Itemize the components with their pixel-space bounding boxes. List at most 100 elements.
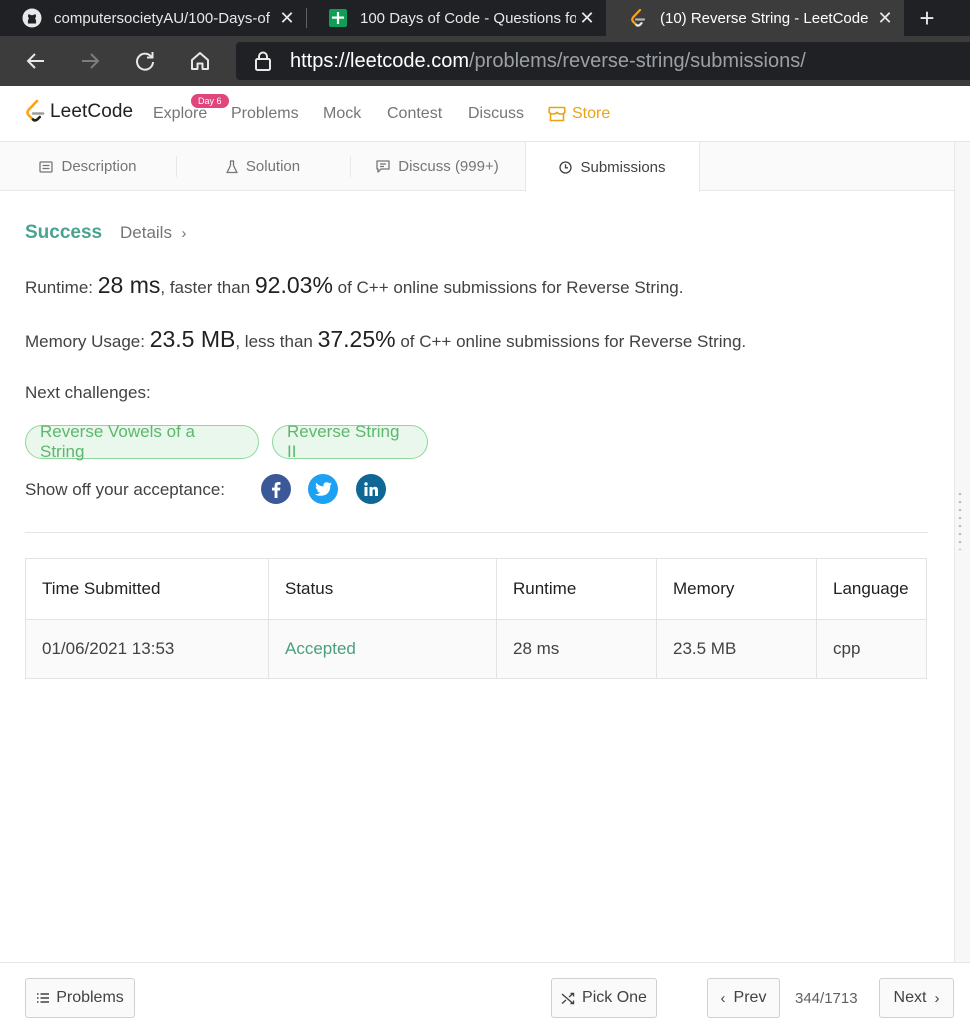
- github-icon: [22, 8, 42, 28]
- google-sheets-icon: [329, 9, 347, 27]
- column-header-time[interactable]: Time Submitted: [25, 558, 269, 620]
- next-challenges-label: Next challenges:: [25, 383, 151, 402]
- home-icon: [191, 52, 209, 70]
- column-header-runtime[interactable]: Runtime: [496, 558, 657, 620]
- section-divider: [25, 532, 928, 533]
- tab-solution[interactable]: Solution: [176, 142, 350, 191]
- pick-one-label: Pick One: [582, 989, 647, 1006]
- clock-icon: [559, 160, 573, 174]
- memory-mid: , less than: [235, 332, 318, 351]
- leetcode-navbar: LeetCode Explore Problems Mock Contest D…: [0, 86, 970, 142]
- reload-button[interactable]: [129, 45, 161, 77]
- linkedin-share-button[interactable]: [356, 474, 386, 504]
- memory-percentile: 37.25%: [317, 326, 396, 352]
- runtime-value: 28 ms: [97, 272, 161, 298]
- nav-mock[interactable]: Mock: [323, 105, 361, 123]
- forward-button[interactable]: [74, 45, 106, 77]
- challenge-reverse-vowels[interactable]: Reverse Vowels of a String: [25, 422, 259, 461]
- browser-tab-strip: computersocietyAU/100-Days-of ✕ 100 Days…: [0, 0, 970, 36]
- problems-button-label: Problems: [56, 989, 124, 1006]
- back-button[interactable]: [20, 45, 52, 77]
- column-header-status[interactable]: Status: [268, 558, 497, 620]
- twitter-share-button[interactable]: [308, 474, 338, 504]
- tab-submissions[interactable]: Submissions: [525, 142, 700, 192]
- url-host: leetcode.com: [350, 50, 469, 72]
- linkedin-icon: [364, 482, 378, 496]
- tab-description[interactable]: Description: [0, 142, 176, 191]
- resize-handle[interactable]: [958, 490, 962, 550]
- explore-day-badge: Day 6: [191, 94, 229, 108]
- problems-list-button[interactable]: Problems: [25, 978, 135, 1018]
- twitter-icon: [314, 482, 332, 496]
- leetcode-logo-icon: [26, 99, 45, 122]
- footer-bar: Problems Pick One ‹ Prev 344/1713 Next ›: [0, 962, 970, 1026]
- description-icon: [39, 160, 54, 173]
- editor-panel-edge: [954, 142, 970, 962]
- tab-title: computersocietyAU/100-Days-of: [54, 9, 270, 27]
- browser-tab-sheets[interactable]: 100 Days of Code - Questions fo ✕: [306, 0, 606, 36]
- url-path: /problems/reverse-string/submissions/: [469, 50, 806, 72]
- close-tab-icon[interactable]: ✕: [874, 8, 896, 29]
- close-tab-icon[interactable]: ✕: [276, 8, 298, 29]
- facebook-share-button[interactable]: [261, 474, 291, 504]
- tab-label: Submissions: [580, 158, 666, 176]
- cell-time-submitted: 01/06/2021 13:53: [25, 619, 269, 679]
- submission-status: Success: [25, 222, 103, 243]
- tab-title: (10) Reverse String - LeetCode: [660, 9, 869, 27]
- next-button[interactable]: Next ›: [879, 978, 954, 1018]
- home-button[interactable]: [184, 45, 216, 77]
- leetcode-icon: [631, 8, 646, 27]
- column-header-language[interactable]: Language: [816, 558, 927, 620]
- table-row: 01/06/2021 13:53 Accepted 28 ms 23.5 MB …: [25, 619, 927, 679]
- flask-icon: [226, 159, 238, 173]
- prev-label: Prev: [733, 989, 767, 1006]
- tab-label: Discuss (999+): [398, 158, 499, 175]
- store-icon: [548, 106, 566, 122]
- browser-tab-leetcode[interactable]: (10) Reverse String - LeetCode ✕: [606, 0, 904, 36]
- share-label: Show off your acceptance:: [25, 480, 226, 499]
- logo-text: LeetCode: [50, 101, 134, 122]
- chevron-left-icon: ‹: [720, 989, 726, 1007]
- new-tab-button[interactable]: +: [910, 0, 944, 36]
- runtime-summary: Runtime: 28 ms, faster than 92.03% of C+…: [25, 272, 683, 299]
- next-label: Next: [893, 989, 927, 1006]
- tab-discuss[interactable]: Discuss (999+): [350, 142, 525, 191]
- url-text: https://leetcode.com/problems/reverse-st…: [290, 50, 806, 73]
- memory-value: 23.5 MB: [149, 326, 236, 352]
- cell-status-link[interactable]: Accepted: [268, 619, 497, 679]
- nav-problems[interactable]: Problems: [231, 105, 299, 123]
- address-bar[interactable]: https://leetcode.com/problems/reverse-st…: [236, 42, 970, 80]
- pick-one-button[interactable]: Pick One: [551, 978, 657, 1018]
- store-label: Store: [572, 105, 611, 122]
- browser-tab-github[interactable]: computersocietyAU/100-Days-of ✕: [0, 0, 306, 36]
- chevron-right-icon: ›: [181, 225, 187, 242]
- browser-toolbar: https://leetcode.com/problems/reverse-st…: [0, 36, 970, 86]
- details-link[interactable]: Details ›: [120, 223, 186, 243]
- nav-contest[interactable]: Contest: [387, 105, 442, 123]
- arrow-left-icon: [26, 53, 44, 69]
- close-tab-icon[interactable]: ✕: [576, 8, 598, 29]
- cell-runtime: 28 ms: [496, 619, 657, 679]
- shuffle-icon: [561, 992, 575, 1004]
- cell-language: cpp: [816, 619, 927, 679]
- runtime-tail: of C++ online submissions for Reverse St…: [332, 278, 684, 297]
- details-label: Details: [120, 223, 172, 242]
- prev-button[interactable]: ‹ Prev: [707, 978, 780, 1018]
- tab-label: Description: [61, 158, 137, 175]
- memory-label: Memory Usage:: [25, 332, 150, 351]
- url-scheme: https://: [290, 50, 351, 72]
- runtime-mid: , faster than: [160, 278, 255, 297]
- chevron-right-icon: ›: [934, 989, 940, 1007]
- comment-icon: [376, 160, 390, 173]
- reload-icon: [136, 52, 154, 71]
- list-icon: [37, 993, 50, 1003]
- column-header-memory[interactable]: Memory: [656, 558, 817, 620]
- table-header-row: Time Submitted Status Runtime Memory Lan…: [25, 558, 927, 620]
- runtime-label: Runtime:: [25, 278, 98, 297]
- nav-discuss[interactable]: Discuss: [468, 105, 524, 123]
- challenge-reverse-string-ii[interactable]: Reverse String II: [272, 422, 428, 461]
- nav-store[interactable]: Store: [548, 105, 610, 123]
- cell-memory: 23.5 MB: [656, 619, 817, 679]
- runtime-percentile: 92.03%: [254, 272, 333, 298]
- leetcode-logo[interactable]: LeetCode: [24, 99, 133, 125]
